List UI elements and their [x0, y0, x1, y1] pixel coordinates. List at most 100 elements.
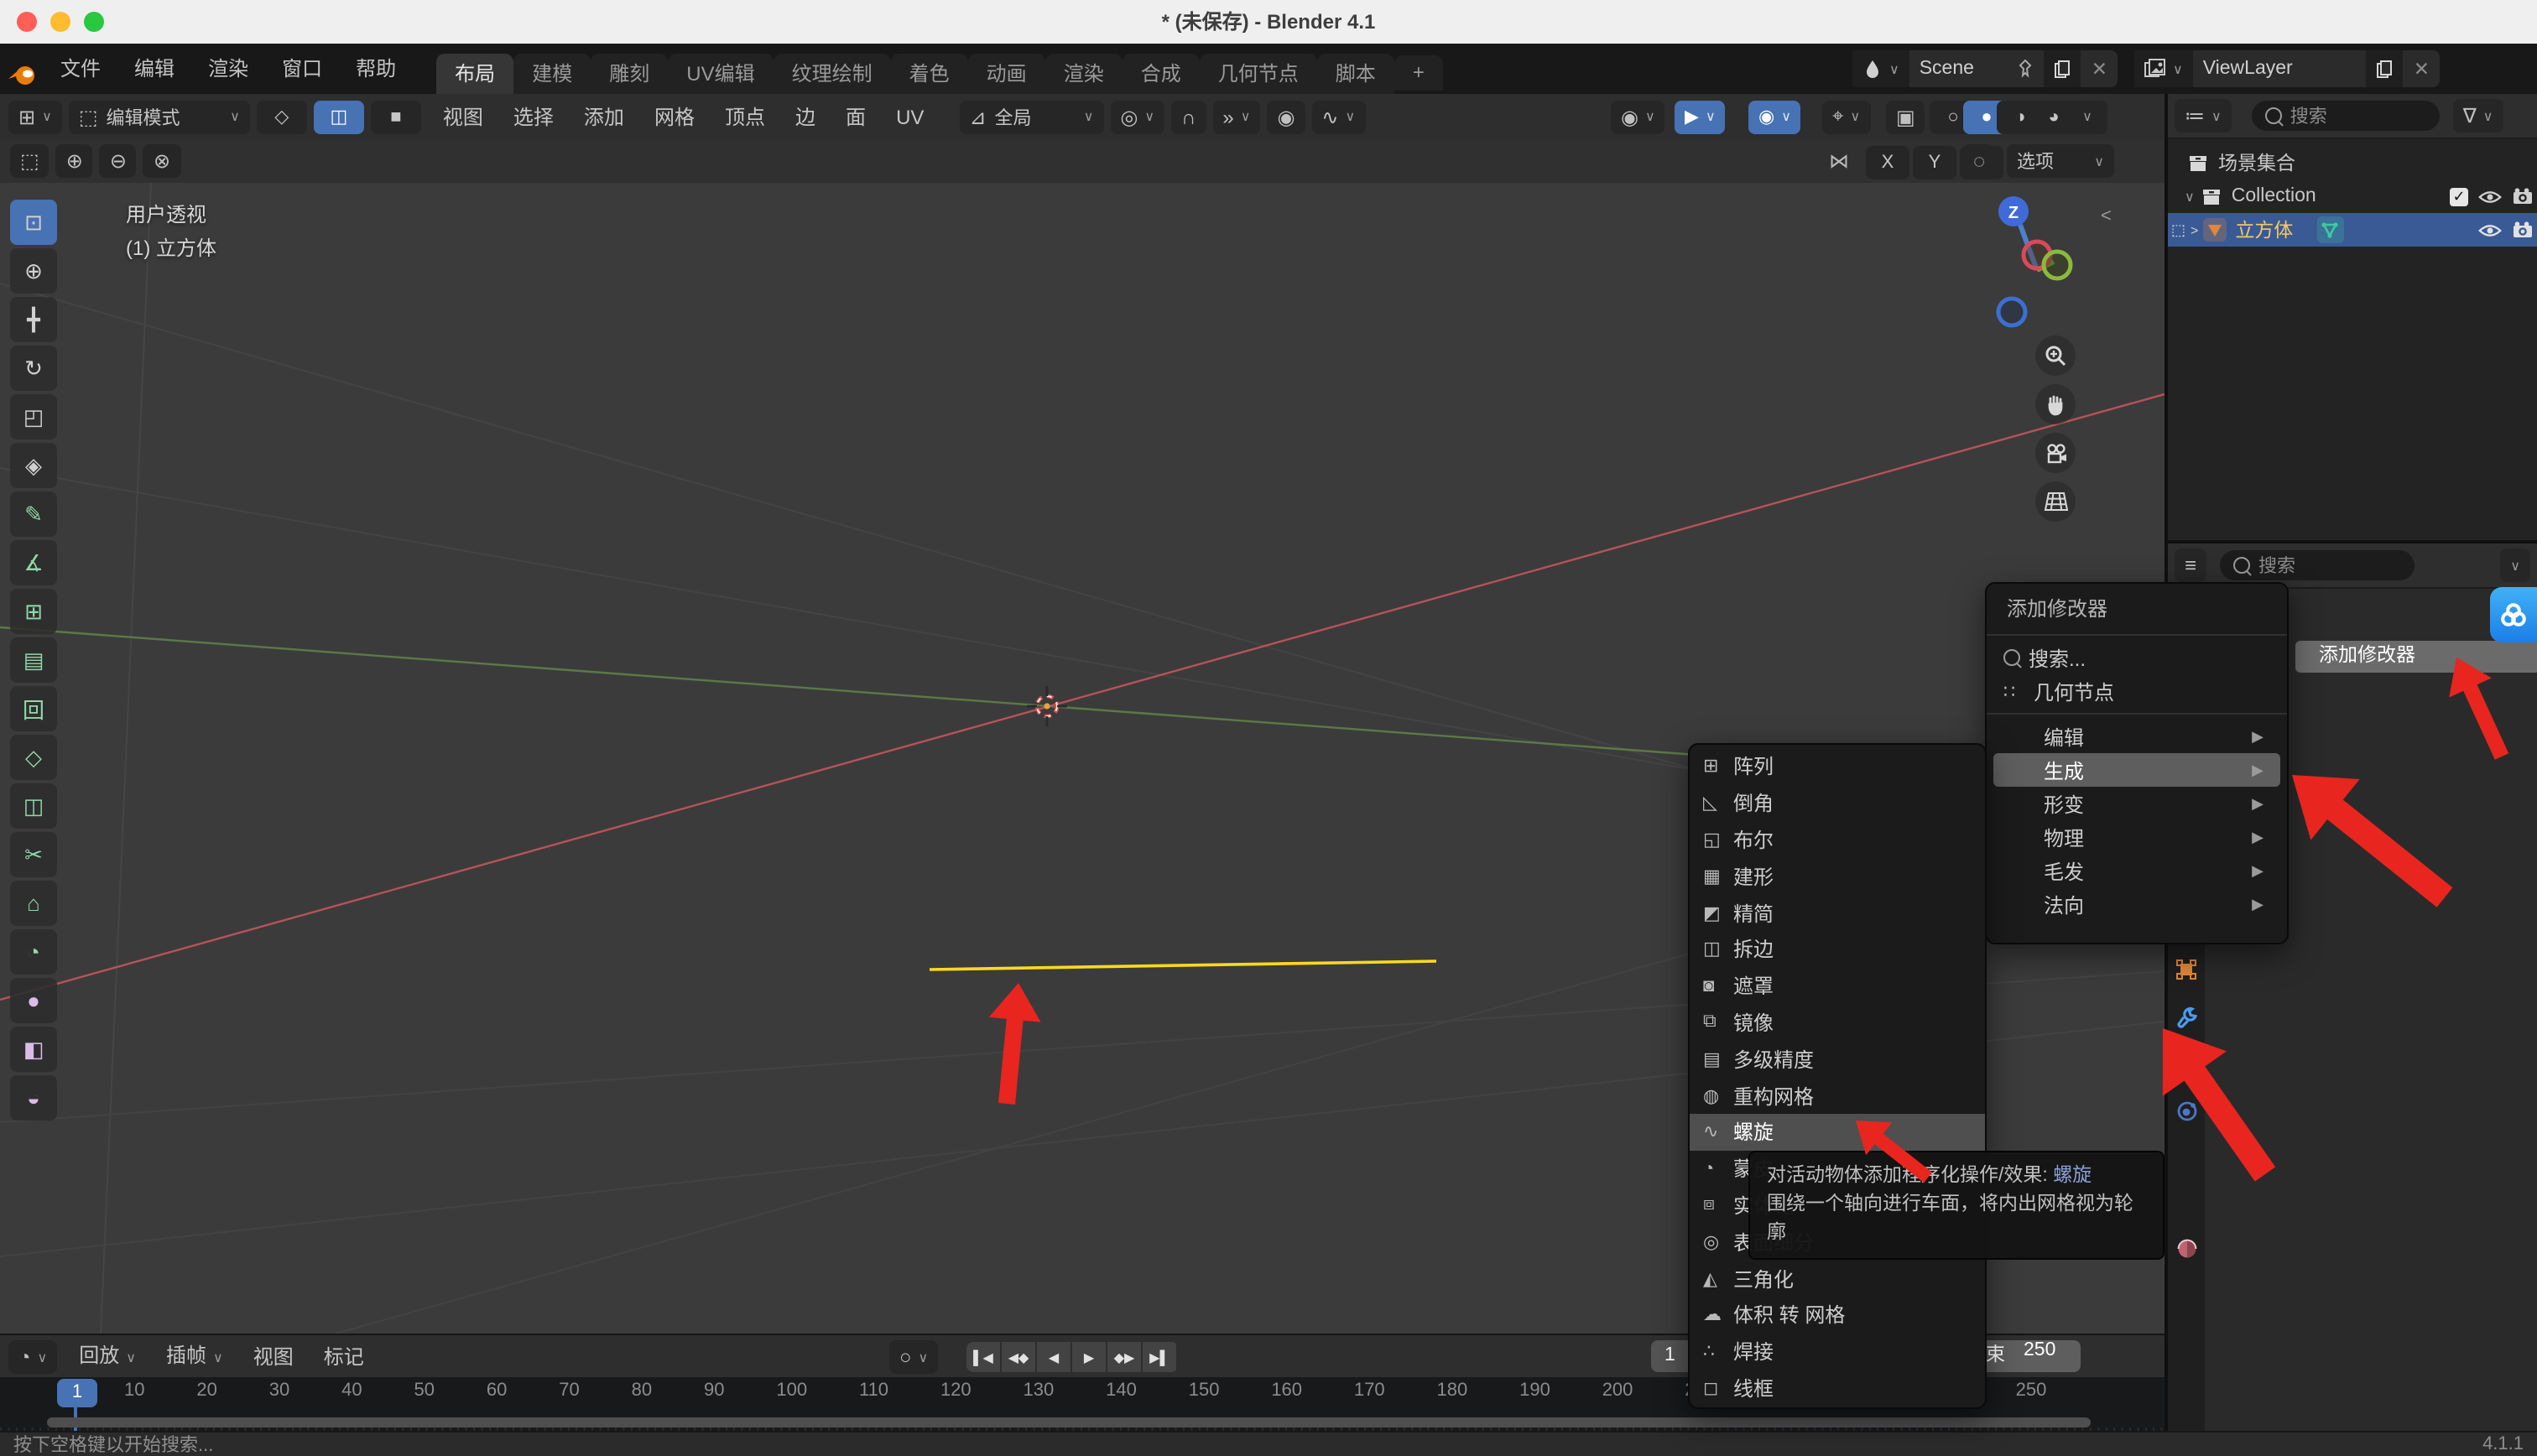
- playback-button[interactable]: ◀: [1037, 1342, 1072, 1372]
- tool-button[interactable]: ╋: [10, 297, 57, 342]
- tool-button[interactable]: ✎: [10, 491, 57, 537]
- tool-button[interactable]: ↻: [10, 346, 57, 391]
- mirror-axis-button[interactable]: X: [1866, 146, 1909, 179]
- viewlayer-name[interactable]: ViewLayer: [2193, 50, 2367, 87]
- workspace-tab[interactable]: 纹理绘制: [774, 53, 891, 93]
- viewport-menu-item[interactable]: 选择: [498, 95, 569, 138]
- timeline-editor-type-button[interactable]: ◔∨: [8, 1340, 57, 1374]
- viewport-menu-item[interactable]: 面: [831, 95, 881, 138]
- modifier-category-item[interactable]: 形变▶: [1993, 787, 2280, 820]
- select-mode-subtract-icon[interactable]: ⊖: [100, 144, 137, 178]
- workspace-tab[interactable]: 渲染: [1045, 53, 1123, 93]
- tab-material[interactable]: [2170, 1231, 2203, 1265]
- current-frame-badge[interactable]: 1: [57, 1379, 97, 1407]
- camera-view-button[interactable]: [2035, 433, 2076, 473]
- viewlayer-icon[interactable]: ∨: [2134, 50, 2193, 87]
- scene-name[interactable]: Scene: [1909, 50, 2008, 87]
- tool-options-dropdown[interactable]: 选项∨: [2007, 144, 2114, 178]
- tool-button[interactable]: 回: [10, 686, 57, 731]
- topbar-menu-item[interactable]: 窗口: [265, 44, 339, 94]
- unlink-scene-icon[interactable]: ✕: [2081, 50, 2118, 87]
- expand-panel-icon[interactable]: [0, 1377, 7, 1401]
- workspace-tab[interactable]: 动画: [968, 53, 1045, 93]
- viewport-menu-item[interactable]: 视图: [428, 95, 498, 138]
- hide-eye-icon[interactable]: [2478, 222, 2502, 237]
- tool-button[interactable]: ◒: [10, 1075, 57, 1121]
- select-mode-invert-icon[interactable]: ⊗: [143, 144, 180, 178]
- viewport-menu-item[interactable]: 网格: [639, 95, 710, 138]
- add-modifier-button[interactable]: 添加修改器: [2295, 641, 2537, 673]
- generate-submenu-item[interactable]: ☁ 体积 转 网格: [1690, 1297, 1985, 1334]
- select-mode-new-icon[interactable]: ⬚: [10, 144, 49, 178]
- timeline-menu-item[interactable]: 插帧∨: [151, 1334, 238, 1381]
- viewport-menu-item[interactable]: UV: [881, 95, 939, 138]
- topbar-menu-item[interactable]: 帮助: [339, 44, 413, 94]
- viewport-menu-item[interactable]: 顶点: [710, 95, 780, 138]
- workspace-tab[interactable]: 几何节点: [1200, 53, 1317, 93]
- tool-button[interactable]: ⊕: [10, 248, 57, 294]
- modifier-category-item[interactable]: 生成▶: [1993, 753, 2280, 787]
- disable-render-camera-icon[interactable]: [2512, 188, 2534, 205]
- vertex-select-button[interactable]: ◇: [257, 100, 307, 133]
- tool-button[interactable]: ◔: [10, 929, 57, 975]
- topbar-menu-item[interactable]: 渲染: [191, 44, 265, 94]
- outliner-editor-type-button[interactable]: ≔∨: [2175, 99, 2232, 133]
- viewport-menu-item[interactable]: 边: [780, 95, 831, 138]
- pin-icon[interactable]: [2008, 50, 2045, 87]
- modifier-category-item[interactable]: 物理▶: [1993, 820, 2280, 854]
- generate-submenu-item[interactable]: ▤ 多级精度: [1690, 1041, 1985, 1078]
- generate-submenu-item[interactable]: ⊞ 阵列: [1690, 748, 1985, 785]
- remove-viewlayer-icon[interactable]: ✕: [2404, 50, 2440, 87]
- generate-submenu-item[interactable]: ◫ 拆边: [1690, 931, 1985, 968]
- menu-item-search[interactable]: 搜索...: [1987, 641, 2287, 674]
- falloff-dropdown[interactable]: ∿∨: [1311, 100, 1365, 133]
- tool-button[interactable]: ◰: [10, 394, 57, 439]
- hide-eye-icon[interactable]: [2478, 189, 2502, 204]
- snap-target-dropdown[interactable]: »∨: [1212, 100, 1260, 133]
- editor-type-button[interactable]: ⊞∨: [8, 100, 62, 133]
- modifier-category-item[interactable]: 法向▶: [1993, 887, 2280, 921]
- tab-particles[interactable]: [2170, 1047, 2203, 1080]
- snap-pointer-button[interactable]: ▶∨: [1675, 100, 1726, 133]
- properties-search-input[interactable]: 搜索: [2220, 550, 2415, 580]
- tool-button[interactable]: ◫: [10, 783, 57, 829]
- proportional-edit-button[interactable]: ◉: [1267, 100, 1305, 133]
- workspace-tab[interactable]: +: [1394, 55, 1443, 91]
- new-scene-icon[interactable]: [2045, 50, 2081, 87]
- snap-toggle-button[interactable]: ∩: [1171, 100, 1206, 133]
- mirror-axis-button[interactable]: Y: [1913, 146, 1956, 179]
- timeline-menu-item[interactable]: 回放∨: [64, 1334, 151, 1381]
- new-viewlayer-icon[interactable]: [2367, 50, 2404, 87]
- playback-button[interactable]: ▶: [1072, 1342, 1107, 1372]
- cube-object-row[interactable]: ⬚ > 立方体: [2168, 213, 2537, 247]
- scene-collection-row[interactable]: 场景集合: [2168, 146, 2537, 179]
- generate-submenu-item[interactable]: ◭ 三角化: [1690, 1260, 1985, 1297]
- pan-view-button[interactable]: [2035, 384, 2076, 424]
- modifier-category-item[interactable]: 编辑▶: [1993, 720, 2280, 753]
- select-mode-extend-icon[interactable]: ⊕: [56, 144, 93, 178]
- generate-submenu-item[interactable]: ⧉ 镜像: [1690, 1004, 1985, 1041]
- properties-editor-type-button[interactable]: ≡: [2175, 549, 2206, 582]
- tool-button[interactable]: ◈: [10, 443, 57, 488]
- proportional-falloff-button[interactable]: ◉∨: [1748, 100, 1801, 133]
- workspace-tab[interactable]: 布局: [436, 53, 513, 93]
- auto-keying-button[interactable]: ○∨: [889, 1340, 938, 1374]
- workspace-tab[interactable]: 脚本: [1317, 53, 1394, 93]
- expand-icon[interactable]: >: [2191, 222, 2198, 237]
- blender-logo-icon[interactable]: [0, 50, 44, 87]
- topbar-menu-item[interactable]: 编辑: [117, 44, 191, 94]
- minimize-window-button[interactable]: [50, 12, 70, 32]
- tool-button[interactable]: ⊡: [10, 200, 57, 245]
- pivot-dropdown[interactable]: ◎∨: [1110, 100, 1164, 133]
- outliner-search-input[interactable]: 搜索: [2252, 101, 2440, 131]
- generate-submenu-item[interactable]: ◙ 遮罩: [1690, 968, 1985, 1005]
- playback-button[interactable]: ▶▌: [1143, 1342, 1178, 1372]
- tool-button[interactable]: ◇: [10, 735, 57, 780]
- generate-submenu-item[interactable]: ∿ 螺旋: [1690, 1114, 1985, 1151]
- scene-browse-icon[interactable]: ∨: [1852, 50, 1909, 87]
- workspace-tab[interactable]: 雕刻: [591, 53, 668, 93]
- floating-app-icon[interactable]: [2490, 587, 2537, 642]
- zoom-view-button[interactable]: [2035, 335, 2076, 376]
- workspace-tab[interactable]: 建模: [513, 53, 591, 93]
- modifier-category-item[interactable]: 毛发▶: [1993, 854, 2280, 887]
